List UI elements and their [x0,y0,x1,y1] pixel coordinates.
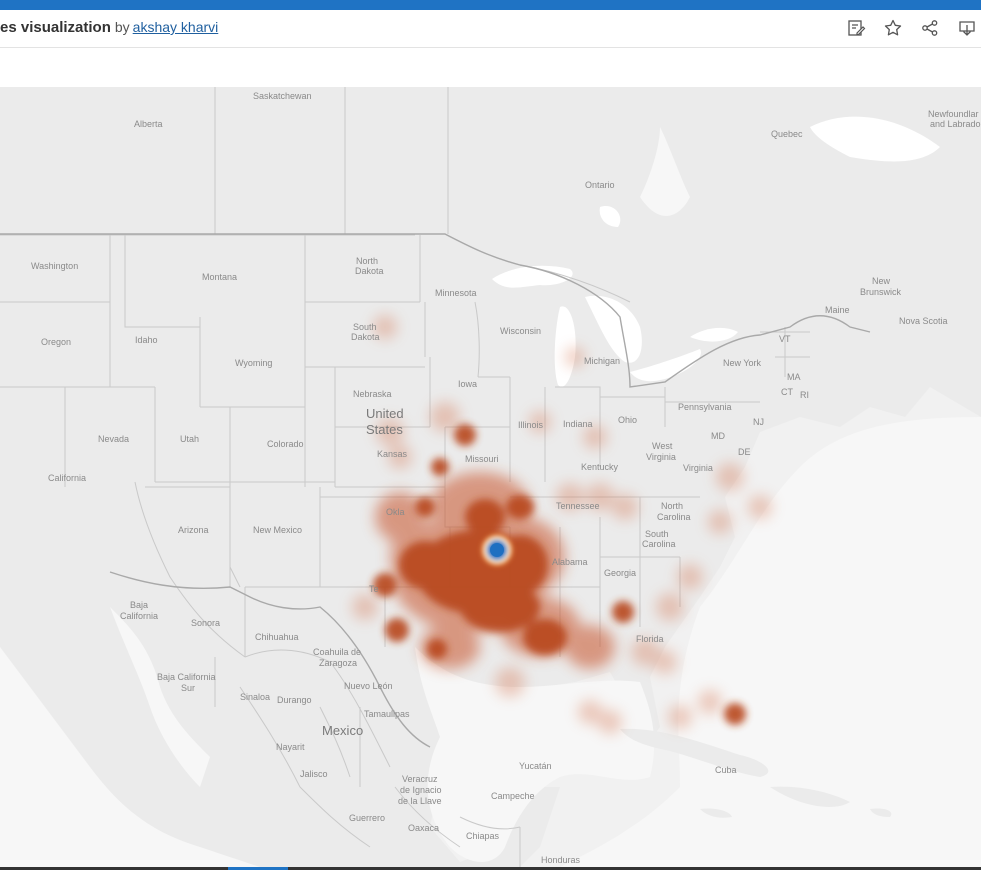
label-tamaulipas: Tamaulipas [364,709,410,719]
label-new-brunswick-2: Brunswick [860,287,902,297]
label-indiana: Indiana [563,419,593,429]
label-united-states-2: States [366,422,403,437]
label-veracruz-1: Veracruz [402,774,438,784]
label-saskatchewan: Saskatchewan [253,91,312,101]
label-alberta: Alberta [134,119,163,129]
label-baja-california-sur-1: Baja California [157,672,216,682]
label-wyoming: Wyoming [235,358,272,368]
label-sonora: Sonora [191,618,220,628]
label-baja-california-sur-2: Sur [181,683,195,693]
label-quebec: Quebec [771,129,803,139]
label-chiapas: Chiapas [466,831,500,841]
label-veracruz-2: de Ignacio [400,785,442,795]
toolbar-strip [0,48,981,87]
label-nayarit: Nayarit [276,742,305,752]
label-california: California [48,473,86,483]
label-labrador: and Labrado [930,119,981,129]
label-baja-california-2: California [120,611,158,621]
label-michigan: Michigan [584,356,620,366]
label-west-virginia-1: West [652,441,673,451]
label-ct: CT [781,387,793,397]
label-vt: VT [779,334,791,344]
label-texas: Te [369,584,379,594]
author-link[interactable]: akshay kharvi [133,19,219,35]
label-yucatan: Yucatán [519,761,552,771]
label-guerrero: Guerrero [349,813,385,823]
heat-map[interactable]: Saskatchewan Alberta Quebec Newfoundlar … [0,87,981,867]
label-montana: Montana [202,272,237,282]
download-icon[interactable] [957,18,977,38]
label-north-carolina-1: North [661,501,683,511]
label-kentucky: Kentucky [581,462,619,472]
label-maine: Maine [825,305,850,315]
label-new-brunswick-1: New [872,276,891,286]
label-oaxaca: Oaxaca [408,823,439,833]
label-virginia: Virginia [683,463,713,473]
favorite-star-icon[interactable] [883,18,903,38]
label-florida: Florida [636,634,664,644]
label-georgia: Georgia [604,568,636,578]
label-campeche: Campeche [491,791,535,801]
label-south-carolina-1: South [645,529,669,539]
by-label: by [114,19,130,35]
label-iowa: Iowa [458,379,477,389]
edit-icon[interactable] [846,18,866,38]
label-oregon: Oregon [41,337,71,347]
label-nevada: Nevada [98,434,129,444]
label-jalisco: Jalisco [300,769,328,779]
label-ri: RI [800,390,809,400]
label-alabama: Alabama [552,557,588,567]
label-honduras: Honduras [541,855,581,865]
label-minnesota: Minnesota [435,288,477,298]
label-oklahoma: Okla [386,507,405,517]
label-de: DE [738,447,751,457]
label-south-dakota-2: Dakota [351,332,380,342]
label-sinaloa: Sinaloa [240,692,270,702]
label-kansas: Kansas [377,449,408,459]
top-accent-bar [0,0,981,10]
label-mexico: Mexico [322,723,363,738]
label-utah: Utah [180,434,199,444]
label-durango: Durango [277,695,312,705]
label-arizona: Arizona [178,525,209,535]
label-missouri: Missouri [465,454,499,464]
label-chihuahua: Chihuahua [255,632,299,642]
map-canvas: Saskatchewan Alberta Quebec Newfoundlar … [0,87,981,867]
label-nuevo-leon: Nuevo León [344,681,393,691]
label-nj: NJ [753,417,764,427]
label-illinois: Illinois [518,420,544,430]
viz-header: es visualization by akshay kharvi [0,10,981,48]
label-north-dakota-2: Dakota [355,266,384,276]
label-veracruz-3: de la Llave [398,796,442,806]
label-south-carolina-2: Carolina [642,539,676,549]
viz-title-line: es visualization by akshay kharvi [0,19,218,36]
label-idaho: Idaho [135,335,158,345]
label-ma: MA [787,372,801,382]
label-cuba: Cuba [715,765,737,775]
label-ontario: Ontario [585,180,615,190]
label-west-virginia-2: Virginia [646,452,676,462]
label-new-mexico: New Mexico [253,525,302,535]
label-pennsylvania: Pennsylvania [678,402,732,412]
label-tennessee: Tennessee [556,501,600,511]
label-nova-scotia: Nova Scotia [899,316,948,326]
label-md: MD [711,431,725,441]
label-washington: Washington [31,261,78,271]
label-nebraska: Nebraska [353,389,392,399]
label-united-states-1: United [366,406,404,421]
label-baja-california-1: Baja [130,600,148,610]
label-newfoundland: Newfoundlar [928,109,979,119]
share-icon[interactable] [920,18,940,38]
label-coahuila-2: Zaragoza [319,658,357,668]
label-wisconsin: Wisconsin [500,326,541,336]
label-new-york: New York [723,358,762,368]
label-north-dakota-1: North [356,256,378,266]
label-north-carolina-2: Carolina [657,512,691,522]
label-south-dakota-1: South [353,322,377,332]
label-colorado: Colorado [267,439,304,449]
label-ohio: Ohio [618,415,637,425]
label-coahuila-1: Coahuila de [313,647,361,657]
viz-title: es visualization [0,19,111,36]
